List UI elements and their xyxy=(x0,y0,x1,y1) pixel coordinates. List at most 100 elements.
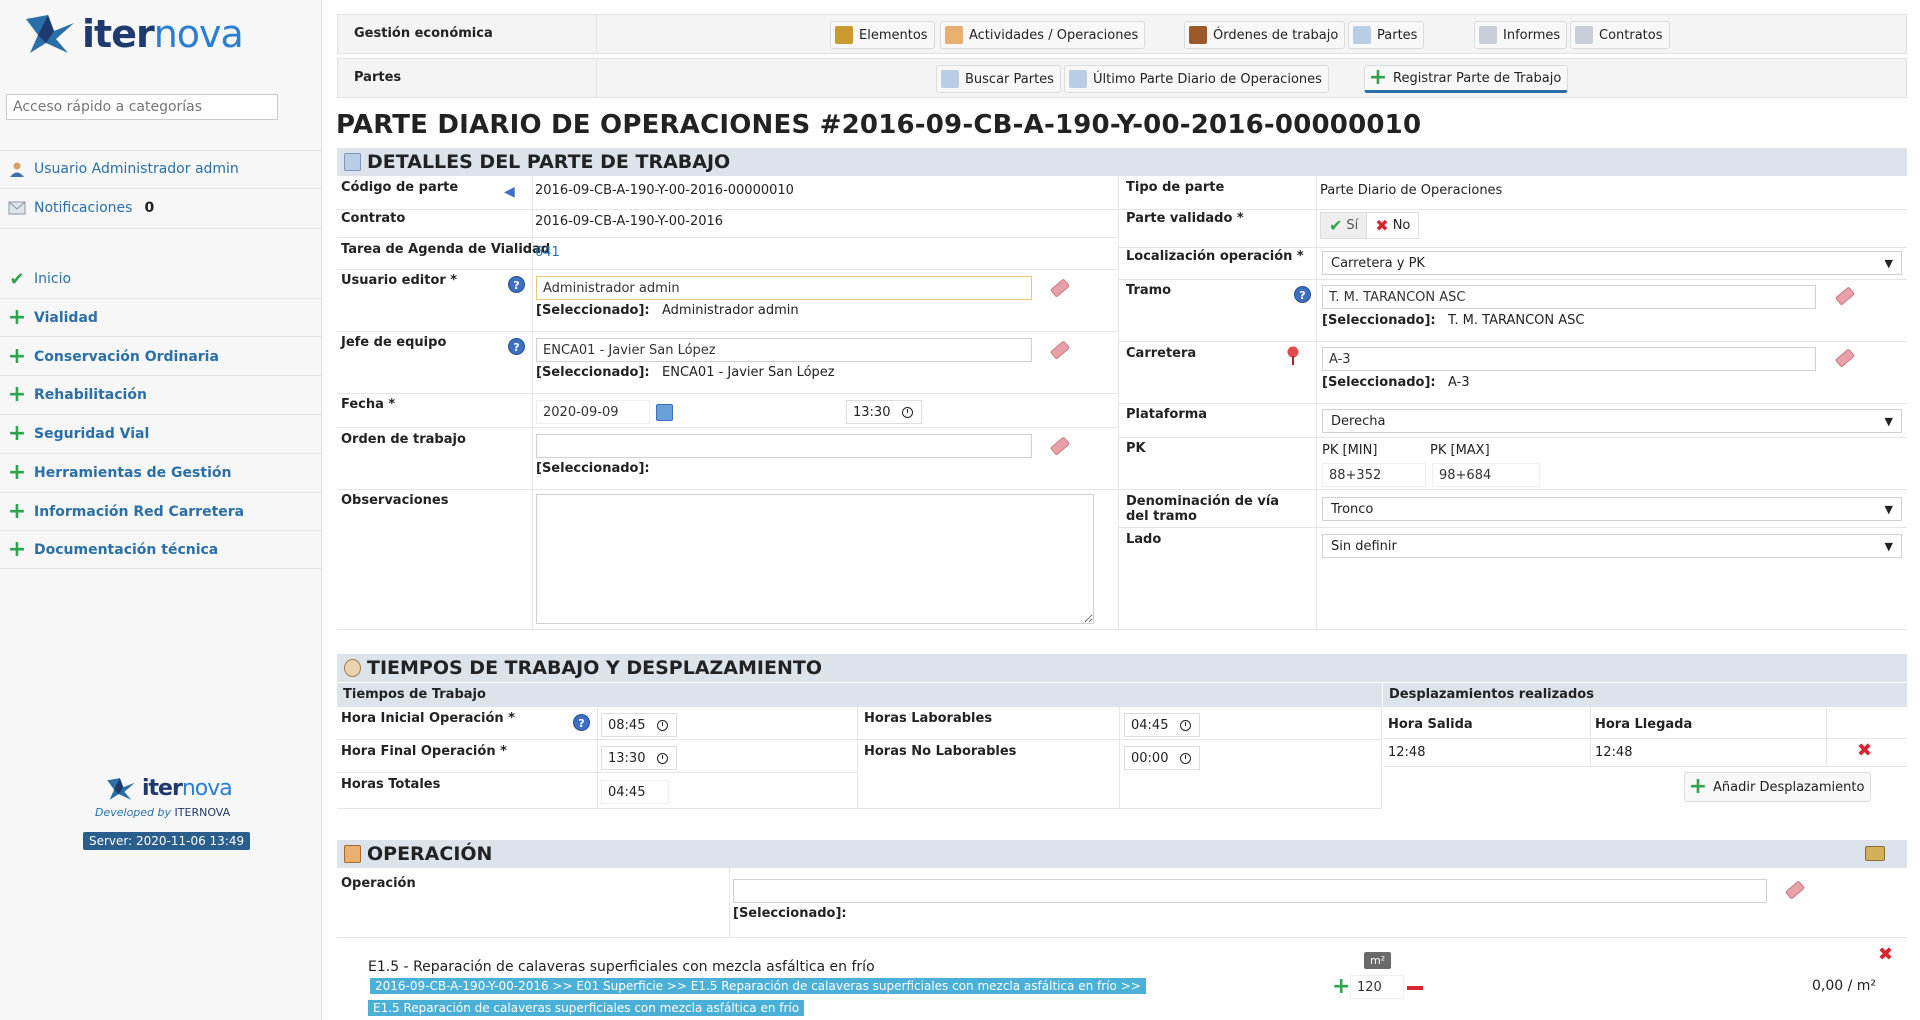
nav-elementos-button[interactable]: Elementos xyxy=(830,21,935,49)
hora-final-input[interactable]: 13:30 xyxy=(601,746,677,770)
localizacion-select[interactable]: Carretera y PK ▼ xyxy=(1322,251,1902,275)
orden-input[interactable] xyxy=(536,434,1032,458)
sidebar-item-informacion-red[interactable]: + Información Red Carretera xyxy=(8,501,244,523)
sidebar-item-seguridad-vial[interactable]: + Seguridad Vial xyxy=(8,423,150,445)
divider xyxy=(0,530,322,531)
document-search-icon xyxy=(941,70,959,88)
increase-qty-icon[interactable]: + xyxy=(1332,976,1350,998)
box-icon xyxy=(344,845,361,863)
divider xyxy=(1383,739,1907,767)
tipo-label: Tipo de parte xyxy=(1126,180,1225,195)
document-icon xyxy=(344,153,361,171)
pk-max-input[interactable] xyxy=(1432,463,1540,487)
lado-select[interactable]: Sin definir ▼ xyxy=(1322,534,1902,558)
help-icon[interactable]: ? xyxy=(508,338,525,355)
add-desplazamiento-button[interactable]: + Añadir Desplazamiento xyxy=(1684,772,1872,802)
delete-operacion-icon[interactable]: ✖ xyxy=(1878,944,1893,965)
nav-actividades-button[interactable]: Actividades / Operaciones xyxy=(940,21,1146,49)
nav-ordenes-button[interactable]: Órdenes de trabajo xyxy=(1184,21,1346,49)
logo-mark-icon xyxy=(26,15,74,53)
operacion-section-header: OPERACIÓN xyxy=(337,840,1907,868)
registrar-parte-button[interactable]: + Registrar Parte de Trabajo xyxy=(1364,65,1569,93)
sidebar-item-documentacion[interactable]: + Documentación técnica xyxy=(8,539,218,561)
sidebar-item-rehabilitacion[interactable]: + Rehabilitación xyxy=(8,384,147,406)
sidebar-item-label: Vialidad xyxy=(34,310,98,326)
plus-icon: + xyxy=(7,460,27,485)
sidebar-item-label: Documentación técnica xyxy=(34,542,219,558)
buscar-partes-button[interactable]: Buscar Partes xyxy=(936,65,1061,93)
sidebar-item-vialidad[interactable]: + Vialidad xyxy=(8,307,98,329)
hora-inicial-input[interactable]: 08:45 xyxy=(601,713,677,737)
chevron-down-icon: ▼ xyxy=(1884,502,1893,516)
chevron-down-icon: ▼ xyxy=(1884,414,1893,428)
hora-input[interactable]: 13:30 xyxy=(846,400,922,424)
category-search-input[interactable] xyxy=(6,94,278,120)
carretera-label: Carretera xyxy=(1126,346,1197,361)
divider xyxy=(0,298,322,299)
clock-icon xyxy=(902,406,914,418)
validado-no-option[interactable]: ✖ No xyxy=(1367,213,1419,238)
tarea-label: Tarea de Agenda de Vialidad xyxy=(341,242,551,257)
nav-informes-button[interactable]: Informes xyxy=(1474,21,1568,49)
map-pin-icon[interactable] xyxy=(1286,346,1300,366)
validado-yes-option[interactable]: ✔ Sí xyxy=(1321,213,1368,238)
tarea-link[interactable]: 641 xyxy=(535,245,560,260)
sidebar-item-inicio[interactable]: ✔ Inicio xyxy=(8,268,71,290)
divider xyxy=(0,228,322,229)
nav-contratos-button[interactable]: Contratos xyxy=(1570,21,1670,49)
tramo-selected: [Seleccionado]: T. M. TARANCON ASC xyxy=(1322,313,1585,328)
help-icon[interactable]: ? xyxy=(573,714,590,731)
user-icon xyxy=(8,160,26,178)
contrato-label: Contrato xyxy=(341,211,406,226)
operacion-tag[interactable]: E1.5 Reparación de calaveras superficial… xyxy=(368,1000,805,1016)
pk-min-input[interactable] xyxy=(1322,463,1426,487)
horas-laborables-input[interactable]: 04:45 xyxy=(1124,713,1200,737)
nav-partes-button[interactable]: Partes xyxy=(1348,21,1425,49)
divider xyxy=(337,394,1118,428)
jefe-input[interactable] xyxy=(536,338,1032,362)
plataforma-select[interactable]: Derecha ▼ xyxy=(1322,409,1902,433)
sidebar-item-user[interactable]: Usuario Administrador admin xyxy=(8,158,239,180)
sidebar-item-notifications[interactable]: Notificaciones 0 xyxy=(8,197,154,219)
desplazamiento-salida: 12:48 xyxy=(1388,745,1426,760)
hora-final-label: Hora Final Operación * xyxy=(341,744,507,759)
contrato-value: 2016-09-CB-A-190-Y-00-2016 xyxy=(535,214,724,229)
sidebar-item-label: Conservación Ordinaria xyxy=(34,349,219,365)
operacion-price: 0,00 / m² xyxy=(1812,978,1877,994)
plus-icon: + xyxy=(7,499,27,524)
horas-no-laborables-input[interactable]: 00:00 xyxy=(1124,746,1200,770)
envelope-icon[interactable] xyxy=(1865,846,1885,861)
codigo-value: 2016-09-CB-A-190-Y-00-2016-00000010 xyxy=(535,183,794,198)
localizacion-label: Localización operación * xyxy=(1126,249,1304,264)
help-icon[interactable]: ? xyxy=(508,276,525,293)
operacion-input[interactable] xyxy=(733,879,1767,903)
fecha-input[interactable] xyxy=(536,400,650,424)
divider xyxy=(596,15,597,53)
sidebar-item-label: Información Red Carretera xyxy=(34,504,245,520)
lado-label: Lado xyxy=(1126,532,1162,547)
sidebar-item-herramientas[interactable]: + Herramientas de Gestión xyxy=(7,460,232,485)
quantity-input[interactable] xyxy=(1350,975,1404,999)
divider xyxy=(1590,707,1591,767)
carretera-input[interactable] xyxy=(1322,347,1816,371)
x-icon: ✖ xyxy=(1375,216,1389,235)
sidebar-item-conservacion[interactable]: + Conservación Ordinaria xyxy=(8,346,219,368)
delete-desplazamiento-icon[interactable]: ✖ xyxy=(1857,740,1872,761)
observaciones-textarea[interactable] xyxy=(536,494,1094,624)
usuario-editor-input[interactable] xyxy=(536,276,1032,300)
help-icon[interactable]: ? xyxy=(1294,286,1311,303)
decrease-qty-icon[interactable] xyxy=(1407,986,1423,990)
denominacion-select[interactable]: Tronco ▼ xyxy=(1322,497,1902,521)
arrow-left-icon[interactable]: ◀ xyxy=(504,184,515,200)
operacion-breadcrumb[interactable]: 2016-09-CB-A-190-Y-00-2016 >> E01 Superf… xyxy=(370,978,1146,994)
divider xyxy=(1118,176,1907,210)
observaciones-label: Observaciones xyxy=(341,493,449,508)
calendar-icon[interactable] xyxy=(656,404,673,421)
chevron-down-icon: ▼ xyxy=(1884,256,1893,270)
footer-logo: iternova xyxy=(106,776,233,801)
tramo-input[interactable] xyxy=(1322,285,1816,309)
iternova-logo[interactable]: iternova xyxy=(24,12,244,56)
nav-row-partes: Partes Buscar Partes Último Parte Diario… xyxy=(337,58,1907,98)
ultimo-parte-button[interactable]: Último Parte Diario de Operaciones xyxy=(1064,65,1329,93)
server-time-badge: Server: 2020-11-06 13:49 xyxy=(83,832,251,850)
